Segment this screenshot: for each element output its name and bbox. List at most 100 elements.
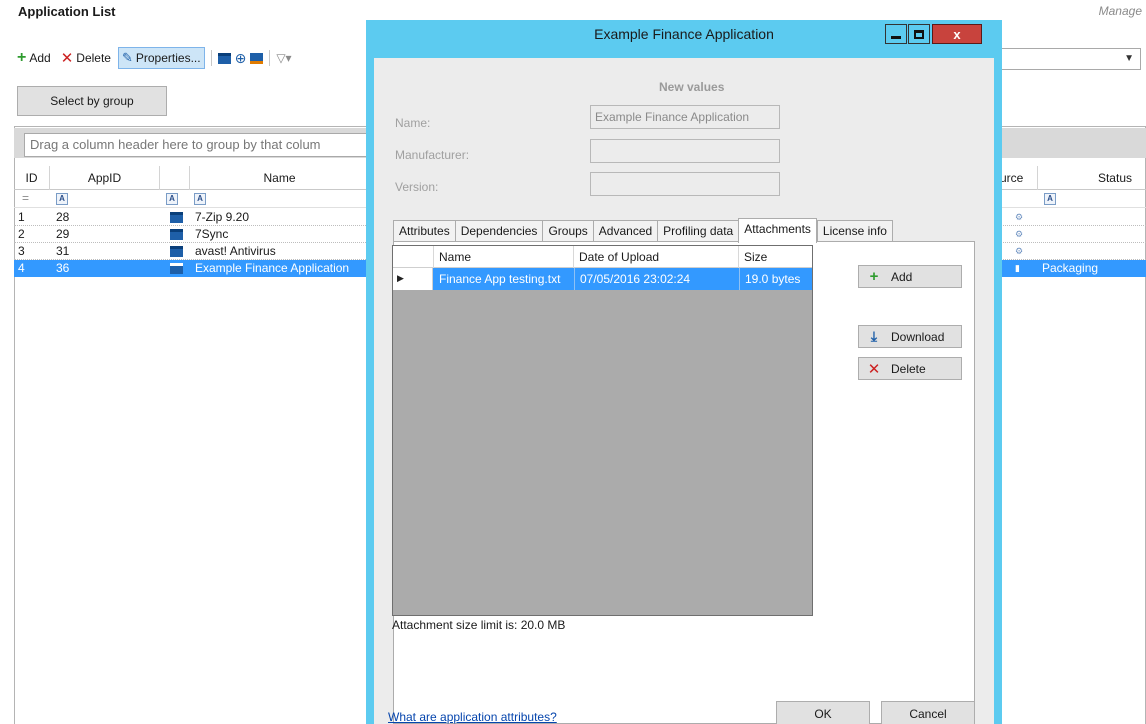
version-label: Version: <box>395 180 439 194</box>
toolbar-separator <box>269 50 271 66</box>
tab-attributes[interactable]: Attributes <box>393 220 455 242</box>
pencil-icon: ✎ <box>121 50 133 65</box>
add-button[interactable]: + Add <box>14 47 54 69</box>
attachment-limit-text: Attachment size limit is: 20.0 MB <box>392 618 566 632</box>
column-header-appid[interactable]: AppID <box>50 166 160 190</box>
layout-icon[interactable] <box>250 52 264 64</box>
app-window-icon <box>170 246 183 257</box>
close-icon: x <box>953 26 961 42</box>
app-window-icon <box>170 263 183 274</box>
view-dropdown[interactable]: ▼ <box>995 48 1141 70</box>
delete-attachment-button[interactable]: ✕ Delete <box>858 357 962 380</box>
cell-id: 4 <box>18 261 25 275</box>
toolbar: + Add ✕ Delete ✎ Properties... ⊕ ▽▾ <box>14 46 292 70</box>
version-field[interactable] <box>590 172 780 196</box>
properties-dialog: Example Finance Application x New values… <box>366 20 1002 724</box>
tab-profiling-data[interactable]: Profiling data <box>657 220 739 242</box>
cell-id: 1 <box>18 210 25 224</box>
globe-icon[interactable]: ⊕ <box>235 50 247 67</box>
row-pointer-icon: ▶ <box>397 273 404 283</box>
group-drop-zone[interactable]: Drag a column header here to group by th… <box>24 133 374 157</box>
column-header-name[interactable]: Name <box>190 166 370 190</box>
minimize-icon <box>891 35 901 39</box>
filter-icon[interactable]: ▽▾ <box>276 51 291 65</box>
manufacturer-label: Manufacturer: <box>395 148 470 162</box>
ok-button[interactable]: OK <box>776 701 870 724</box>
name-field[interactable]: Example Finance Application <box>590 105 780 129</box>
toolbar-separator <box>210 50 212 66</box>
cell-upload-date: 07/05/2016 23:02:24 <box>574 268 738 290</box>
cell-name: 7-Zip 9.20 <box>195 210 250 224</box>
properties-label: Properties... <box>135 51 201 65</box>
manufacturer-field[interactable] <box>590 139 780 163</box>
group-panel-right <box>995 128 1146 158</box>
cell-name: Example Finance Application <box>195 261 350 275</box>
column-header-date[interactable]: Date of Upload <box>573 246 738 268</box>
cell-id: 3 <box>18 244 25 258</box>
window-view-icon[interactable] <box>217 52 231 64</box>
cell-id: 2 <box>18 227 25 241</box>
tab-groups[interactable]: Groups <box>542 220 593 242</box>
filter-text-icon[interactable]: A <box>194 193 206 205</box>
screen: Application List Manage + Add ✕ Delete ✎… <box>0 0 1146 724</box>
tab-dependencies[interactable]: Dependencies <box>454 220 543 242</box>
maximize-icon <box>914 29 924 39</box>
delete-attachment-label: Delete <box>891 361 926 376</box>
tab-advanced[interactable]: Advanced <box>592 220 658 242</box>
manage-link[interactable]: Manage <box>1099 4 1142 18</box>
delete-label: Delete <box>76 51 111 65</box>
attachments-grid-header: Name Date of Upload Size <box>393 246 812 268</box>
add-label: Add <box>29 51 51 65</box>
cell-name: 7Sync <box>195 227 229 241</box>
attachment-row-selected[interactable]: ▶ Finance App testing.txt 07/05/2016 23:… <box>393 268 812 290</box>
column-header-name[interactable]: Name <box>433 246 573 268</box>
cell-file-name: Finance App testing.txt <box>439 272 561 286</box>
close-button[interactable]: x <box>932 24 982 44</box>
cell-name: avast! Antivirus <box>195 244 276 258</box>
new-values-heading: New values <box>659 80 725 94</box>
delete-x-icon: ✕ <box>60 50 74 67</box>
column-header-size[interactable]: Size <box>738 246 812 268</box>
add-attachment-label: Add <box>891 269 913 284</box>
help-link[interactable]: What are application attributes? <box>388 710 557 724</box>
cancel-button[interactable]: Cancel <box>881 701 975 724</box>
source-icon: ⚙ <box>1015 229 1024 239</box>
source-icon: ⚙ <box>1015 246 1024 256</box>
filter-text-icon[interactable]: A <box>56 193 68 205</box>
tab-strip: Attributes Dependencies Groups Advanced … <box>393 218 893 243</box>
cell-appid: 28 <box>56 210 70 224</box>
minimize-button[interactable] <box>885 24 907 44</box>
cell-appid: 31 <box>56 244 70 258</box>
attachments-grid: Name Date of Upload Size ▶ Finance App t… <box>392 245 813 616</box>
plus-icon: + <box>17 49 27 66</box>
row-indicator: ▶ <box>393 268 433 290</box>
app-window-icon <box>170 212 183 223</box>
filter-text-icon[interactable]: A <box>166 193 178 205</box>
maximize-button[interactable] <box>908 24 930 44</box>
column-header-status[interactable]: Status <box>1038 166 1146 190</box>
properties-button[interactable]: ✎ Properties... <box>117 47 205 69</box>
select-by-group-button[interactable]: Select by group <box>17 86 167 116</box>
column-header-icon[interactable] <box>160 166 190 190</box>
delete-x-icon: ✕ <box>867 360 881 378</box>
download-attachment-label: Download <box>891 329 945 344</box>
cell-appid: 29 <box>56 227 70 241</box>
filter-text-icon[interactable]: A <box>1044 193 1056 205</box>
delete-button[interactable]: ✕ Delete <box>58 47 114 69</box>
filter-equals-icon[interactable]: = <box>22 191 29 205</box>
column-header-source[interactable]: urce <box>996 166 1038 190</box>
download-attachment-button[interactable]: ⤓ Download <box>858 325 962 348</box>
cell-file-size: 19.0 bytes <box>739 268 812 290</box>
plus-icon: + <box>869 268 879 285</box>
download-icon: ⤓ <box>870 328 878 344</box>
column-header-id[interactable]: ID <box>14 166 50 190</box>
source-icon: ⚙ <box>1015 212 1024 222</box>
chevron-down-icon: ▼ <box>1124 53 1134 64</box>
app-window-icon <box>170 229 183 240</box>
source-icon: ▮ <box>1015 263 1020 273</box>
name-label: Name: <box>395 116 431 130</box>
page-title: Application List <box>18 4 116 19</box>
tab-license-info[interactable]: License info <box>816 220 893 242</box>
tab-attachments[interactable]: Attachments <box>738 218 817 243</box>
add-attachment-button[interactable]: + Add <box>858 265 962 288</box>
